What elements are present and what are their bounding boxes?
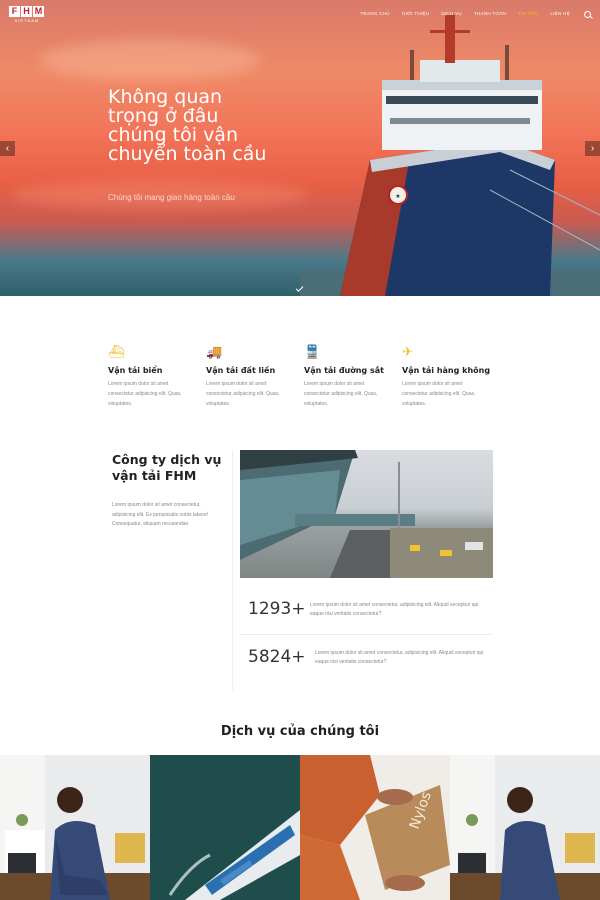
hero-subtitle: Chúng tôi mang giao hàng toàn cầu — [108, 193, 235, 202]
feature-title: Vận tải đất liền — [206, 366, 276, 375]
stat-text: Lorem ipsum dolor sit amet consectetur, … — [310, 602, 479, 617]
nav-item-payment[interactable]: Thanh toán — [474, 11, 506, 16]
ship-icon: ⛴ — [108, 344, 125, 359]
hero-title: Không quan trọng ở đâu chúng tôi vận chu… — [108, 86, 267, 165]
service-card-sea-freight[interactable] — [150, 755, 300, 900]
cargo-ship-illustration: ★ — [300, 15, 600, 296]
logo-subtitle: VIETNAM — [14, 18, 40, 23]
feature-text: Lorem ipsum dolor sit amet consectetur a… — [304, 381, 378, 407]
nav-item-services[interactable]: Dịch vụ — [441, 11, 462, 16]
logo-letter: M — [33, 6, 44, 17]
feature-text: Lorem ipsum dolor sit amet consectetur a… — [108, 381, 182, 407]
feature-title: Vận tải đường sắt — [304, 366, 384, 375]
services-title: Dịch vụ của chúng tôi — [220, 724, 380, 739]
about-title: Công ty dịch vụ vận tải FHM — [112, 452, 222, 483]
stat-text: Lorem ipsum dolor sit amet consectetur, … — [315, 650, 484, 665]
transport-features: ⛴ Vận tải biển Lorem ipsum dolor sit ame… — [108, 345, 500, 409]
feature-rail: 🚆 Vận tải đường sắt Lorem ipsum dolor si… — [304, 345, 402, 409]
stat-number: 5824+ — [248, 647, 306, 667]
nav-item-home[interactable]: Trang chủ — [360, 11, 389, 16]
hero-banner: ★ F H M VIETNAM Trang chủ Giới thiệu Dịc… — [0, 0, 600, 296]
feature-text: Lorem ipsum dolor sit amet consectetur a… — [206, 381, 280, 407]
stat-item: 1293+ Lorem ipsum dolor sit amet consect… — [240, 594, 493, 624]
nav-item-news[interactable]: Tin tức — [518, 11, 538, 16]
search-icon[interactable] — [584, 11, 591, 18]
stat-divider — [240, 634, 493, 635]
service-card-remote-work[interactable] — [0, 755, 150, 900]
logo-letter: H — [21, 6, 32, 17]
about-text: Lorem ipsum dolor sit amet consectetur, … — [112, 502, 209, 527]
stat-item: 5824+ Lorem ipsum dolor sit amet consect… — [240, 642, 493, 672]
slider-next-button[interactable]: › — [585, 141, 600, 156]
feature-text: Lorem ipsum dolor sit amet consectetur a… — [402, 381, 476, 407]
main-nav: Trang chủ Giới thiệu Dịch vụ Thanh toán … — [360, 11, 570, 16]
feature-title: Vận tải biển — [108, 366, 163, 375]
section-divider — [232, 450, 233, 690]
nav-item-contact[interactable]: Liên hệ — [550, 11, 570, 16]
svg-text:★: ★ — [395, 193, 400, 200]
services-gallery: Nylos — [0, 755, 600, 900]
truck-icon: 🚚 — [206, 344, 223, 359]
slider-prev-button[interactable]: ‹ — [0, 141, 15, 156]
logo-letter: F — [9, 6, 20, 17]
feature-sea: ⛴ Vận tải biển Lorem ipsum dolor sit ame… — [108, 345, 206, 409]
plane-icon: ✈ — [402, 344, 413, 359]
feature-air: ✈ Vận tải hàng không Lorem ipsum dolor s… — [402, 345, 500, 409]
feature-land: 🚚 Vận tải đất liền Lorem ipsum dolor sit… — [206, 345, 304, 409]
nav-item-about[interactable]: Giới thiệu — [402, 11, 430, 16]
service-card-package-delivery[interactable]: Nylos — [300, 755, 450, 900]
service-card-remote-work-2[interactable] — [450, 755, 600, 900]
fhm-logo[interactable]: F H M VIETNAM — [9, 6, 45, 24]
feature-title: Vận tải hàng không — [402, 366, 491, 375]
top-navigation-bar: F H M VIETNAM Trang chủ Giới thiệu Dịch … — [0, 0, 600, 30]
train-icon: 🚆 — [304, 344, 321, 359]
airport-photo — [240, 450, 493, 578]
stat-number: 1293+ — [248, 599, 306, 619]
sky-cloud — [40, 40, 260, 80]
